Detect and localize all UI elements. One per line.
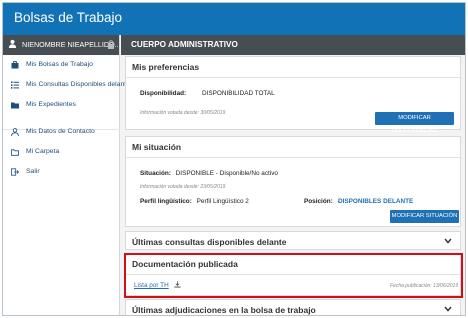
- logout-icon: [11, 168, 19, 176]
- app-window: Bolsas de Trabajo NIENOMBRE NIEAPELLIDO.…: [2, 2, 466, 316]
- sidebar-item-label: Mi Carpeta: [26, 148, 60, 155]
- lock-icon[interactable]: [107, 40, 115, 49]
- disponibilidad-label: Disponibilidad:: [140, 90, 187, 97]
- folder-outline-icon: [11, 149, 19, 156]
- app-title: Bolsas de Trabajo: [14, 10, 123, 25]
- sidebar-item-mis-consultas[interactable]: Mis Consultas Disponibles delante: [3, 78, 130, 92]
- consultas-panel[interactable]: Últimas consultas disponibles delante: [125, 231, 461, 250]
- folder-icon: [11, 102, 19, 109]
- user-name: NIENOMBRE NIEAPELLIDO...: [22, 40, 119, 49]
- sidebar-item-label: Mis Expedientes: [26, 101, 76, 108]
- sidebar-item-label: Salir: [26, 168, 40, 175]
- user-icon: [8, 39, 17, 48]
- panel-title: Últimas consultas disponibles delante: [132, 237, 287, 247]
- sidebar-item-datos-contacto[interactable]: Mis Datos de Contacto: [3, 125, 120, 139]
- sidebar-item-mis-expedientes[interactable]: Mis Expedientes: [3, 98, 120, 112]
- sidebar: NIENOMBRE NIEAPELLIDO... Mis Bolsas de T…: [3, 35, 130, 315]
- briefcase-icon: [11, 61, 19, 69]
- situacion-label: Situación:: [140, 170, 171, 177]
- disponibilidad-value: DISPONIBILIDAD TOTAL: [201, 90, 275, 97]
- preferences-panel: Mis preferencias Disponibilidad: DISPONI…: [125, 56, 461, 134]
- disponibles-delante-link[interactable]: DISPONIBLES DELANTE: [338, 198, 413, 205]
- top-bar: Bolsas de Trabajo: [3, 3, 465, 35]
- panel-title: Mi situación: [126, 137, 460, 158]
- panel-title: Mis preferencias: [126, 57, 460, 78]
- chevron-down-icon[interactable]: [444, 238, 452, 244]
- perfil-value: Perfil Lingüístico 2: [196, 198, 249, 205]
- posicion-label: Posición:: [304, 198, 333, 205]
- perfil-row: Perfil lingüístico: Perfil Lingüístico 2: [140, 198, 249, 205]
- sidebar-item-label: Mis Consultas Disponibles delante: [26, 81, 130, 88]
- list-icon: [11, 81, 19, 89]
- highlight-box: [124, 253, 463, 298]
- sidebar-item-salir[interactable]: Salir: [3, 165, 120, 179]
- situation-panel: Mi situación Situación: DISPONIBLE - Dis…: [125, 136, 461, 227]
- user-bar[interactable]: NIENOMBRE NIEAPELLIDO...: [3, 35, 119, 55]
- situacion-row: Situación: DISPONIBLE - Disponible/No ac…: [140, 170, 278, 177]
- person-icon: [11, 128, 19, 136]
- preferences-info: Información votada desde: 30/05/2019: [140, 110, 226, 116]
- panel-title: Últimas adjudicaciones en la bolsa de tr…: [132, 305, 316, 315]
- posicion-row: Posición: -: [304, 198, 340, 205]
- adjudicaciones-panel[interactable]: Últimas adjudicaciones en la bolsa de tr…: [125, 299, 461, 315]
- sidebar-item-mis-bolsas[interactable]: Mis Bolsas de Trabajo: [3, 58, 120, 72]
- modify-situation-button[interactable]: MODIFICAR SITUACIÓN: [390, 210, 459, 223]
- disponibilidad-row: Disponibilidad: DISPONIBILIDAD TOTAL: [140, 90, 275, 97]
- modify-preferences-button[interactable]: MODIFICAR PREFERENCIAS: [375, 112, 454, 134]
- sidebar-item-label: Mis Bolsas de Trabajo: [26, 61, 93, 68]
- situacion-value: DISPONIBLE - Disponible/No activo: [175, 170, 278, 177]
- chevron-down-icon[interactable]: [444, 306, 452, 312]
- perfil-label: Perfil lingüístico:: [140, 198, 192, 205]
- sidebar-item-label: Mis Datos de Contacto: [26, 128, 95, 135]
- section-header: CUERPO ADMINISTRATIVO: [121, 35, 465, 55]
- sidebar-item-mi-carpeta[interactable]: Mi Carpeta: [3, 145, 120, 159]
- situation-info: Información votada desde: 23/05/2019: [140, 184, 226, 190]
